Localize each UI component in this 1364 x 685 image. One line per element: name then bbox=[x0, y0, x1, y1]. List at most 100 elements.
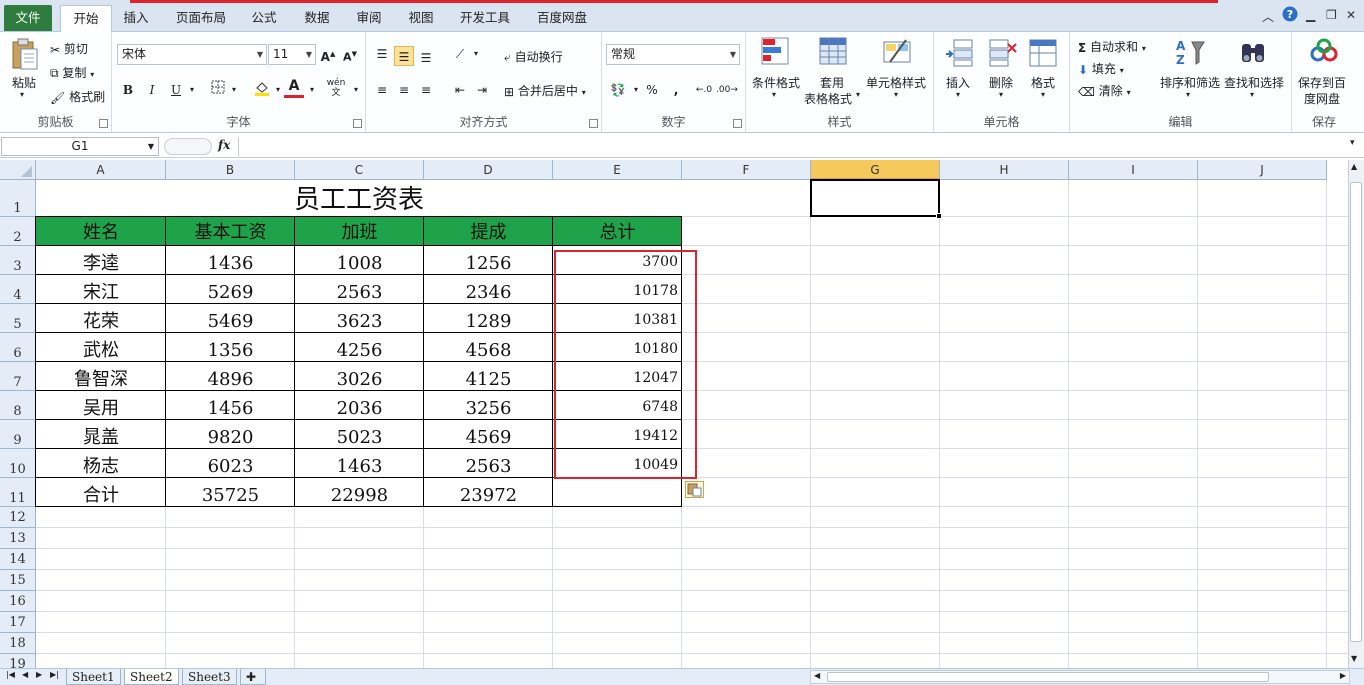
copy-button[interactable]: ⧉ 复制 ▾ bbox=[50, 64, 94, 81]
row-header-5[interactable]: 5 bbox=[0, 304, 36, 333]
formula-bar-slider[interactable] bbox=[164, 138, 212, 155]
comma-button[interactable]: , bbox=[666, 80, 686, 100]
salary-value-cell[interactable]: 3623 bbox=[295, 304, 424, 333]
first-sheet-icon[interactable]: |◀ bbox=[6, 670, 15, 679]
row-header-16[interactable]: 16 bbox=[0, 591, 36, 612]
collapse-ribbon-icon[interactable]: ︿ bbox=[1262, 8, 1274, 25]
paste-button[interactable]: 粘贴 bbox=[12, 74, 36, 91]
salary-value-cell[interactable]: 4256 bbox=[295, 333, 424, 362]
totals-value-cell[interactable]: 23972 bbox=[424, 478, 553, 507]
column-header-h[interactable]: H bbox=[940, 160, 1069, 180]
tab-view[interactable]: 视图 bbox=[401, 5, 441, 32]
salary-value-cell[interactable]: 2346 bbox=[424, 275, 553, 304]
format-cells-icon[interactable] bbox=[1028, 38, 1060, 70]
table-format-label-1[interactable]: 套用 bbox=[820, 74, 844, 91]
employee-name-cell[interactable]: 晁盖 bbox=[36, 420, 166, 449]
conditional-format-icon[interactable] bbox=[760, 36, 792, 68]
number-launcher-icon[interactable] bbox=[733, 119, 742, 128]
name-box[interactable]: G1 ▼ bbox=[1, 137, 159, 156]
sheet-tab-1[interactable]: Sheet1 bbox=[66, 669, 121, 685]
font-name-combo[interactable]: 宋体 ▼ bbox=[117, 44, 267, 65]
alignment-launcher-icon[interactable] bbox=[589, 119, 598, 128]
column-header-g[interactable]: G bbox=[811, 160, 940, 180]
find-select-dropdown-icon[interactable]: ▾ bbox=[1250, 90, 1254, 99]
paste-dropdown-icon[interactable]: ▾ bbox=[20, 90, 24, 99]
autosum-button[interactable]: Σ 自动求和 ▾ bbox=[1078, 38, 1146, 55]
employee-name-cell[interactable]: 武松 bbox=[36, 333, 166, 362]
totals-value-cell[interactable]: 35725 bbox=[166, 478, 295, 507]
row-header-1[interactable]: 1 bbox=[0, 180, 36, 217]
salary-value-cell[interactable]: 1456 bbox=[166, 391, 295, 420]
font-size-combo[interactable]: 11 ▼ bbox=[268, 44, 316, 65]
salary-value-cell[interactable]: 6023 bbox=[166, 449, 295, 478]
table-header-cell[interactable]: 姓名 bbox=[36, 217, 166, 246]
tab-formulas[interactable]: 公式 bbox=[244, 5, 284, 32]
tab-insert[interactable]: 插入 bbox=[116, 5, 156, 32]
tab-home[interactable]: 开始 bbox=[60, 5, 112, 33]
row-header-13[interactable]: 13 bbox=[0, 528, 36, 549]
table-header-cell[interactable]: 加班 bbox=[295, 217, 424, 246]
row-header-6[interactable]: 6 bbox=[0, 333, 36, 362]
salary-value-cell[interactable]: 1256 bbox=[424, 246, 553, 275]
salary-value-cell[interactable]: 4125 bbox=[424, 362, 553, 391]
totals-value-cell[interactable] bbox=[553, 478, 682, 507]
accounting-format-icon[interactable]: 💱 bbox=[608, 80, 628, 100]
row-header-17[interactable]: 17 bbox=[0, 612, 36, 633]
totals-label-cell[interactable]: 合计 bbox=[36, 478, 166, 507]
row-header-12[interactable]: 12 bbox=[0, 507, 36, 528]
tab-developer[interactable]: 开发工具 bbox=[453, 5, 517, 32]
save-baidu-label-2[interactable]: 度网盘 bbox=[1304, 90, 1340, 107]
tab-review[interactable]: 审阅 bbox=[349, 5, 389, 32]
conditional-format-dropdown-icon[interactable]: ▾ bbox=[772, 90, 776, 99]
new-sheet-icon[interactable]: ✚ bbox=[240, 669, 266, 685]
shrink-font-icon[interactable]: A▼ bbox=[340, 44, 360, 64]
merge-center-button[interactable]: ⊞ 合并后居中 ▾ bbox=[504, 82, 586, 99]
insert-cells-icon[interactable] bbox=[944, 38, 976, 70]
phonetic-icon[interactable]: wén 文 bbox=[326, 78, 346, 98]
expand-formula-bar-icon[interactable]: ▾ bbox=[1350, 138, 1355, 148]
salary-value-cell[interactable]: 5469 bbox=[166, 304, 295, 333]
salary-value-cell[interactable]: 3026 bbox=[295, 362, 424, 391]
font-launcher-icon[interactable] bbox=[353, 119, 362, 128]
salary-value-cell[interactable]: 4569 bbox=[424, 420, 553, 449]
formula-input[interactable] bbox=[238, 137, 1348, 156]
sheet-title[interactable]: 员工工资表 bbox=[36, 180, 682, 217]
salary-value-cell[interactable]: 9820 bbox=[166, 420, 295, 449]
bold-icon[interactable]: B bbox=[118, 80, 138, 100]
table-format-label-2[interactable]: 表格格式 bbox=[804, 90, 852, 107]
insert-cells-button[interactable]: 插入 bbox=[946, 74, 970, 91]
find-select-button[interactable]: 查找和选择 bbox=[1224, 74, 1284, 91]
column-header-i[interactable]: I bbox=[1069, 160, 1198, 180]
worksheet-grid[interactable]: A B C D E F G H I J 1 2 3 4 5 6 7 8 9 10 11 12 13 14 15 16 17 18 19 员… bbox=[0, 160, 1348, 668]
salary-value-cell[interactable]: 5023 bbox=[295, 420, 424, 449]
delete-cells-dropdown-icon[interactable]: ▾ bbox=[999, 90, 1003, 99]
salary-value-cell[interactable]: 4568 bbox=[424, 333, 553, 362]
row-header-15[interactable]: 15 bbox=[0, 570, 36, 591]
font-color-dropdown-icon[interactable]: ▾ bbox=[302, 80, 322, 100]
baidu-cloud-icon[interactable] bbox=[1308, 36, 1340, 68]
paste-icon[interactable] bbox=[8, 38, 40, 70]
table-format-dropdown-icon[interactable]: ▾ bbox=[856, 90, 860, 99]
horizontal-scrollbar[interactable]: ◀ ▶ bbox=[810, 670, 1350, 684]
paste-options-icon[interactable] bbox=[685, 481, 704, 498]
vertical-scrollbar[interactable]: ▲ ▼ bbox=[1348, 160, 1364, 668]
scroll-right-icon[interactable]: ▶ bbox=[1340, 671, 1346, 680]
cell-styles-dropdown-icon[interactable]: ▾ bbox=[894, 90, 898, 99]
align-middle-icon[interactable]: ☰ bbox=[394, 46, 414, 66]
salary-value-cell[interactable]: 1356 bbox=[166, 333, 295, 362]
column-header-c[interactable]: C bbox=[295, 160, 424, 180]
insert-function-icon[interactable]: fx bbox=[218, 138, 230, 152]
column-header-d[interactable]: D bbox=[424, 160, 553, 180]
prev-sheet-icon[interactable]: ◀ bbox=[22, 670, 28, 679]
salary-value-cell[interactable]: 1008 bbox=[295, 246, 424, 275]
format-painter-button[interactable]: 🖌 格式刷 bbox=[50, 88, 105, 105]
increase-indent-icon[interactable]: ⇥ bbox=[472, 80, 492, 100]
row-header-8[interactable]: 8 bbox=[0, 391, 36, 420]
italic-icon[interactable]: I bbox=[142, 80, 162, 100]
sort-filter-icon[interactable]: AZ bbox=[1174, 36, 1206, 68]
fill-handle[interactable] bbox=[936, 213, 942, 219]
salary-value-cell[interactable]: 1463 bbox=[295, 449, 424, 478]
clear-button[interactable]: ⌫ 清除 ▾ bbox=[1078, 82, 1131, 99]
insert-cells-dropdown-icon[interactable]: ▾ bbox=[956, 90, 960, 99]
employee-name-cell[interactable]: 宋江 bbox=[36, 275, 166, 304]
